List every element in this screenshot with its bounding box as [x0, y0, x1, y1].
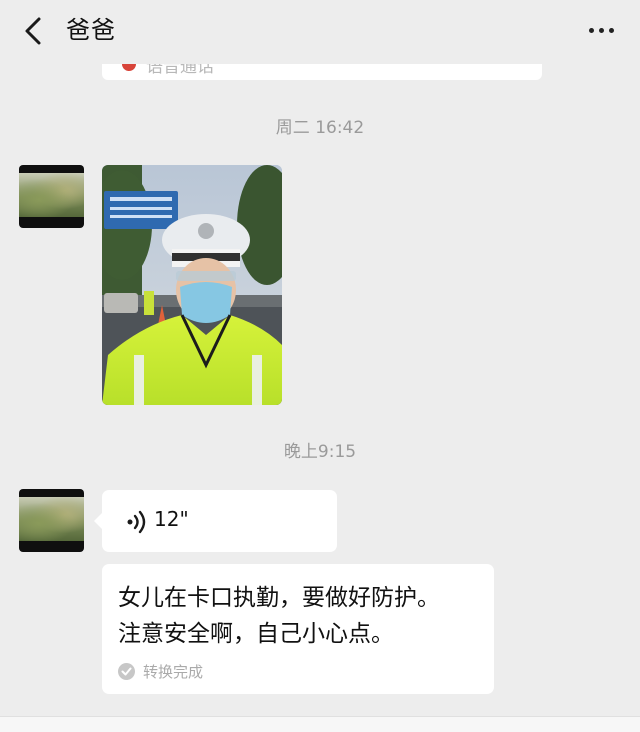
avatar-image — [19, 497, 84, 541]
chevron-left-icon — [25, 17, 41, 45]
avatar[interactable] — [19, 489, 84, 552]
timestamp: 周二 16:42 — [275, 118, 365, 138]
back-button[interactable] — [18, 14, 48, 48]
transcription-line: 女儿在卡口执勤，要做好防护。 — [118, 585, 440, 611]
voice-wave-icon — [127, 510, 146, 534]
input-bar[interactable] — [0, 716, 640, 732]
transcription-line: 注意安全啊，自己小心点。 — [118, 621, 394, 647]
voice-duration: 12" — [154, 507, 189, 531]
more-dots-icon — [589, 28, 594, 33]
chat-header: 爸爸 — [0, 0, 640, 64]
transcription-bubble[interactable]: 女儿在卡口执勤，要做好防护。 注意安全啊，自己小心点。 转换完成 — [102, 564, 494, 694]
check-circle-icon — [118, 663, 135, 680]
transcription-text: 女儿在卡口执勤，要做好防护。 注意安全啊，自己小心点。 — [118, 580, 488, 652]
photo-icon — [102, 165, 282, 405]
avatar[interactable] — [19, 165, 84, 228]
chat-title: 爸爸 — [66, 16, 116, 44]
status-label: 转换完成 — [143, 663, 204, 681]
voice-message-bubble[interactable]: 12" — [94, 490, 337, 552]
timestamp: 晚上9:15 — [283, 442, 357, 462]
avatar-image — [19, 173, 84, 217]
transcription-status: 转换完成 — [118, 661, 203, 682]
more-button[interactable] — [589, 28, 614, 33]
image-message[interactable] — [102, 165, 282, 405]
